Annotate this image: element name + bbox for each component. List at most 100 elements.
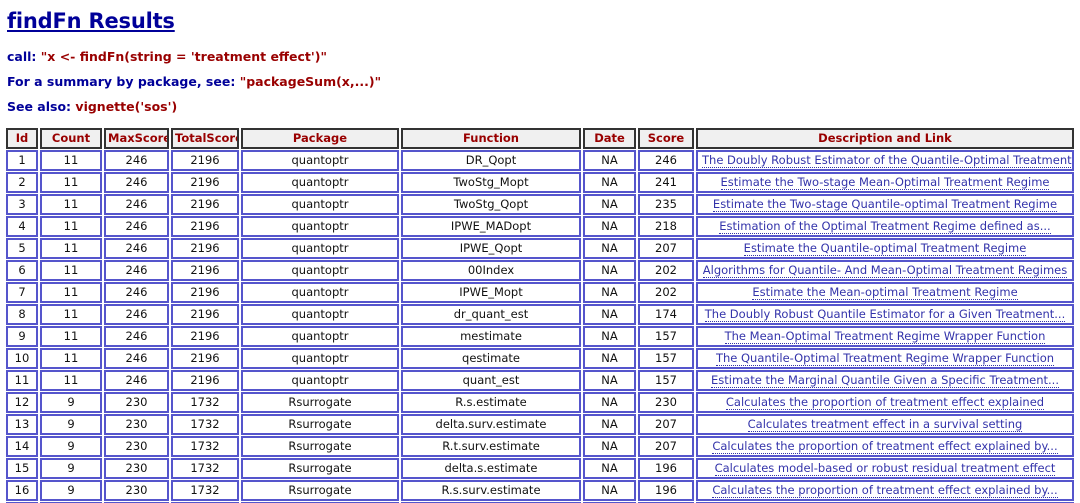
description-link[interactable]: Calculates the proportion of treatment e… — [712, 483, 1058, 498]
cell-score: 207 — [638, 436, 694, 457]
cell-totalscore: 2196 — [171, 238, 239, 259]
cell-description: Estimate the Two-stage Quantile-optimal … — [696, 194, 1074, 215]
cell-description: Estimate the Mean-optimal Treatment Regi… — [696, 282, 1074, 303]
cell-totalscore: 1732 — [171, 480, 239, 501]
cell-date: NA — [583, 172, 636, 193]
cell-totalscore: 2196 — [171, 370, 239, 391]
cell-maxscore: 230 — [104, 480, 169, 501]
cell-count: 11 — [40, 348, 102, 369]
cell-package: Rsurrogate — [241, 392, 399, 413]
table-row: 2 11 246 2196 quantoptr TwoStg_Mopt NA 241 Estim… — [6, 172, 1074, 193]
description-link[interactable]: Estimate the Two-stage Quantile-optimal … — [712, 197, 1058, 212]
cell-description: Estimation of the Optimal Treatment Regi… — [696, 216, 1074, 237]
cell-description: The Quantile-Optimal Treatment Regime Wr… — [696, 348, 1074, 369]
column-header-id[interactable]: Id — [6, 128, 38, 149]
description-link[interactable]: Estimation of the Optimal Treatment Regi… — [719, 219, 1051, 234]
column-header-maxscore[interactable]: MaxScore — [104, 128, 169, 149]
description-link[interactable]: Estimate the Quantile-optimal Treatment … — [743, 241, 1027, 256]
cell-function: dr_quant_est — [401, 304, 581, 325]
cell-maxscore: 246 — [104, 304, 169, 325]
cell-count: 11 — [40, 304, 102, 325]
cell-function: TwoStg_Qopt — [401, 194, 581, 215]
cell-count: 11 — [40, 260, 102, 281]
cell-totalscore: 2196 — [171, 348, 239, 369]
description-link[interactable]: The Mean-Optimal Treatment Regime Wrappe… — [724, 329, 1046, 344]
description-link[interactable]: Calculates the proportion of treatment e… — [712, 439, 1058, 454]
cell-description: Algorithms for Quantile- And Mean-Optima… — [696, 260, 1074, 281]
cell-maxscore: 230 — [104, 436, 169, 457]
cell-description: Estimate the Quantile-optimal Treatment … — [696, 238, 1074, 259]
cell-maxscore: 246 — [104, 348, 169, 369]
column-header-function[interactable]: Function — [401, 128, 581, 149]
description-link[interactable]: Calculates model-based or robust residua… — [714, 461, 1056, 476]
column-header-score[interactable]: Score — [638, 128, 694, 149]
cell-maxscore: 246 — [104, 260, 169, 281]
column-header-description[interactable]: Description and Link — [696, 128, 1074, 149]
cell-package: quantoptr — [241, 304, 399, 325]
cell-id: 10 — [6, 348, 38, 369]
cell-totalscore: 1732 — [171, 392, 239, 413]
cell-totalscore: 2196 — [171, 326, 239, 347]
cell-score: 157 — [638, 326, 694, 347]
column-header-totalscore[interactable]: TotalScore — [171, 128, 239, 149]
call-value: "x <- findFn(string = 'treatment effect'… — [40, 49, 327, 64]
table-row: 13 9 230 1732 Rsurrogate delta.surv.estimate N… — [6, 414, 1074, 435]
cell-score: 196 — [638, 458, 694, 479]
description-link[interactable]: The Quantile-Optimal Treatment Regime Wr… — [715, 351, 1055, 366]
cell-totalscore: 1732 — [171, 436, 239, 457]
cell-maxscore: 230 — [104, 414, 169, 435]
cell-count: 9 — [40, 480, 102, 501]
description-link[interactable]: Algorithms for Quantile- And Mean-Optima… — [702, 263, 1068, 278]
cell-id: 13 — [6, 414, 38, 435]
description-link[interactable]: Calculates the proportion of treatment e… — [725, 395, 1045, 410]
cell-count: 11 — [40, 172, 102, 193]
description-link[interactable]: Estimate the Two-stage Mean-Optimal Trea… — [720, 175, 1050, 190]
table-row: 7 11 246 2196 quantoptr IPWE_Mopt NA 202 Estimat… — [6, 282, 1074, 303]
cell-count: 11 — [40, 216, 102, 237]
call-label: call: — [7, 49, 41, 64]
cell-function: quant_est — [401, 370, 581, 391]
column-header-count[interactable]: Count — [40, 128, 102, 149]
cell-function: IPWE_Qopt — [401, 238, 581, 259]
cell-count: 11 — [40, 282, 102, 303]
cell-date: NA — [583, 216, 636, 237]
cell-id: 3 — [6, 194, 38, 215]
description-link[interactable]: Estimate the Mean-optimal Treatment Regi… — [752, 285, 1018, 300]
table-row: 16 9 230 1732 Rsurrogate R.s.surv.estimate NA 1… — [6, 480, 1074, 501]
see-also-line: See also: vignette('sos') — [7, 100, 1080, 114]
cell-function: IPWE_MADopt — [401, 216, 581, 237]
cell-id: 4 — [6, 216, 38, 237]
cell-score: 157 — [638, 348, 694, 369]
description-link[interactable]: Estimate the Marginal Quantile Given a S… — [711, 373, 1059, 388]
cell-maxscore: 230 — [104, 392, 169, 413]
table-row: 9 11 246 2196 quantoptr mestimate NA 157 The Mea… — [6, 326, 1074, 347]
cell-count: 11 — [40, 194, 102, 215]
cell-package: Rsurrogate — [241, 414, 399, 435]
cell-totalscore: 1732 — [171, 414, 239, 435]
column-header-date[interactable]: Date — [583, 128, 636, 149]
cell-function: delta.s.estimate — [401, 458, 581, 479]
cell-description: The Doubly Robust Quantile Estimator for… — [696, 304, 1074, 325]
cell-id: 9 — [6, 326, 38, 347]
findfn-results-page: findFn Results call: "x <- findFn(string… — [0, 8, 1080, 503]
cell-score: 207 — [638, 238, 694, 259]
table-row: 4 11 246 2196 quantoptr IPWE_MADopt NA 218 Estim… — [6, 216, 1074, 237]
see-also-value: vignette('sos') — [75, 99, 178, 114]
description-link[interactable]: The Doubly Robust Quantile Estimator for… — [704, 307, 1066, 322]
cell-score: 246 — [638, 150, 694, 171]
table-row: 1 11 246 2196 quantoptr DR_Qopt NA 246 The Doubl… — [6, 150, 1074, 171]
cell-date: NA — [583, 436, 636, 457]
cell-maxscore: 230 — [104, 458, 169, 479]
column-header-package[interactable]: Package — [241, 128, 399, 149]
cell-score: 230 — [638, 392, 694, 413]
cell-package: quantoptr — [241, 194, 399, 215]
description-link[interactable]: Calculates treatment effect in a surviva… — [747, 417, 1023, 432]
cell-package: quantoptr — [241, 348, 399, 369]
cell-function: DR_Qopt — [401, 150, 581, 171]
description-link[interactable]: The Doubly Robust Estimator of the Quant… — [702, 153, 1072, 168]
cell-description: Calculates the proportion of treatment e… — [696, 480, 1074, 501]
cell-package: quantoptr — [241, 326, 399, 347]
cell-id: 11 — [6, 370, 38, 391]
cell-package: quantoptr — [241, 370, 399, 391]
cell-count: 9 — [40, 414, 102, 435]
